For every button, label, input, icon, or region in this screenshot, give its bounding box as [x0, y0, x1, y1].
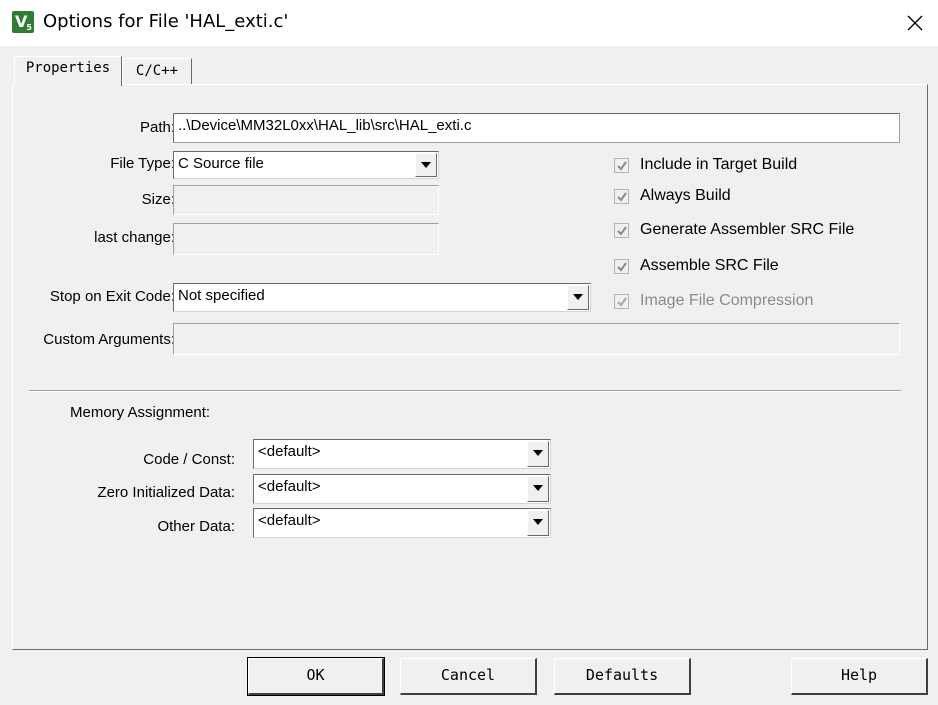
section-divider [29, 390, 901, 392]
checkmark-icon [617, 161, 627, 171]
other-data-value: <default> [258, 512, 321, 529]
checkmark-icon [617, 192, 627, 202]
defaults-button[interactable]: Defaults [554, 658, 691, 695]
code-const-label: Code / Const: [143, 451, 235, 468]
close-icon [907, 15, 923, 31]
code-const-select[interactable]: <default> [253, 439, 551, 469]
chevron-down-icon [421, 162, 431, 168]
custom-args-field [173, 323, 900, 355]
last-change-field [173, 223, 439, 255]
zero-init-value: <default> [258, 478, 321, 495]
last-change-label: last change: [94, 229, 175, 246]
memory-assignment-heading: Memory Assignment: [70, 404, 211, 421]
path-input[interactable]: ..\Device\MM32L0xx\HAL_lib\src\HAL_exti.… [173, 113, 900, 143]
checkmark-icon [617, 262, 627, 272]
size-label: Size: [141, 191, 175, 208]
file-type-dropdown-button[interactable] [415, 153, 437, 177]
generate-asm-src-label: Generate Assembler SRC File [640, 221, 855, 238]
file-type-value: C Source file [178, 155, 264, 172]
chevron-down-icon [533, 485, 543, 491]
zero-init-select[interactable]: <default> [253, 474, 551, 504]
code-const-dropdown-button[interactable] [527, 441, 549, 467]
tab-c-cpp[interactable]: C/C++ [122, 58, 192, 86]
assemble-src-label: Assemble SRC File [640, 257, 779, 274]
close-button[interactable] [892, 0, 938, 46]
zero-init-label: Zero Initialized Data: [97, 484, 235, 501]
stop-on-exit-value: Not specified [178, 287, 265, 304]
ok-button[interactable]: OK [247, 657, 385, 696]
checkmark-icon [617, 226, 627, 236]
other-data-select[interactable]: <default> [253, 508, 551, 538]
other-data-dropdown-button[interactable] [527, 510, 549, 536]
cancel-button[interactable]: Cancel [400, 658, 537, 695]
image-file-compression-label: Image File Compression [640, 292, 814, 309]
tab-properties[interactable]: Properties [14, 56, 122, 86]
title-bar: V5 Options for File 'HAL_exti.c' [0, 0, 938, 46]
checkbox-box[interactable] [614, 259, 629, 274]
code-const-value: <default> [258, 443, 321, 460]
keil-app-icon: V5 [12, 11, 34, 33]
file-type-label: File Type: [110, 155, 175, 172]
zero-init-dropdown-button[interactable] [527, 476, 549, 502]
stop-on-exit-dropdown-button[interactable] [567, 285, 589, 310]
help-button[interactable]: Help [791, 658, 928, 695]
chevron-down-icon [533, 450, 543, 456]
file-type-select[interactable]: C Source file [173, 151, 439, 179]
path-label: Path: [139, 119, 175, 136]
properties-panel: Path: ..\Device\MM32L0xx\HAL_lib\src\HAL… [12, 84, 928, 650]
chevron-down-icon [573, 294, 583, 300]
size-field [173, 185, 439, 215]
checkmark-icon [617, 297, 627, 307]
checkbox-box[interactable] [614, 158, 629, 173]
checkbox-box[interactable] [614, 223, 629, 238]
checkbox-box[interactable] [614, 189, 629, 204]
checkbox-box [614, 294, 629, 309]
window-title: Options for File 'HAL_exti.c' [43, 11, 289, 32]
stop-on-exit-label: Stop on Exit Code: [49, 288, 175, 305]
always-build-label: Always Build [640, 187, 731, 204]
other-data-label: Other Data: [157, 518, 235, 535]
include-in-build-label: Include in Target Build [640, 156, 798, 173]
chevron-down-icon [533, 519, 543, 525]
stop-on-exit-select[interactable]: Not specified [173, 283, 591, 312]
custom-args-label: Custom Arguments: [43, 331, 175, 348]
